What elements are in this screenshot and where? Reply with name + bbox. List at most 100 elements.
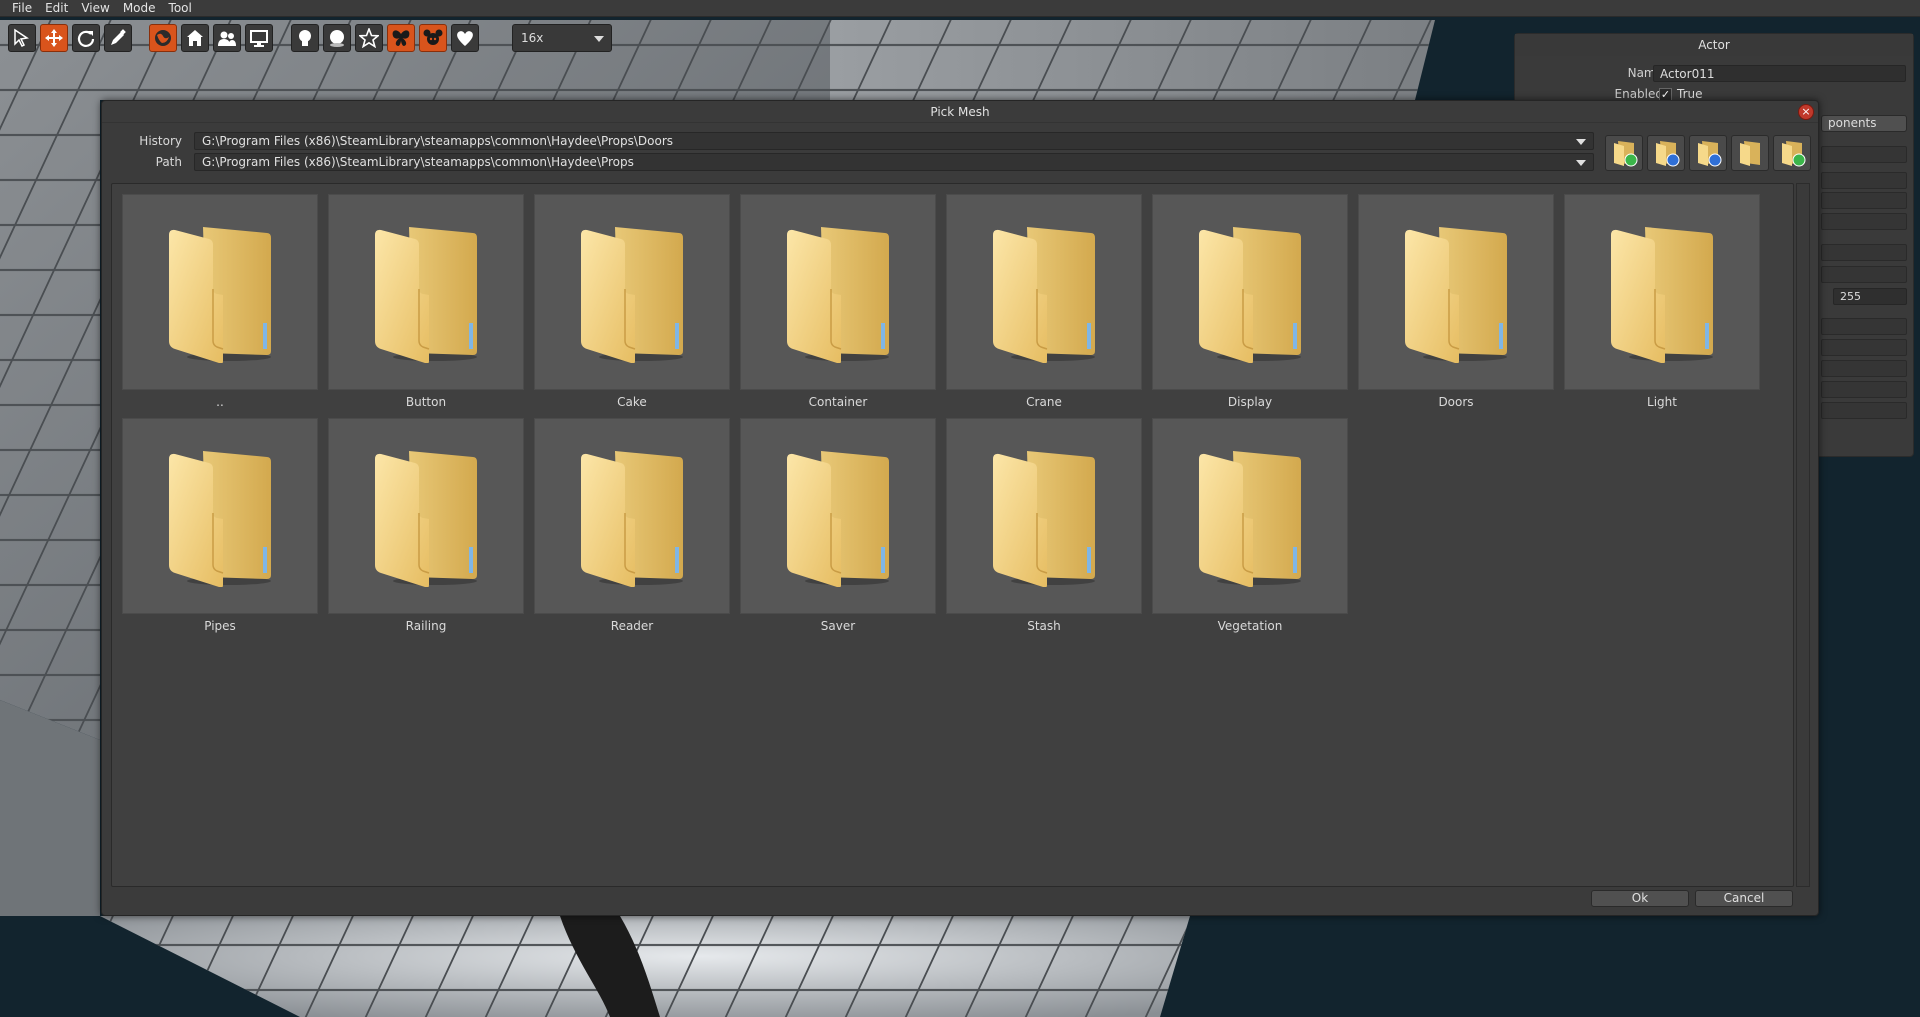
history-dropdown[interactable]: G:\Program Files (x86)\SteamLibrary\stea… [194, 132, 1594, 150]
value-field[interactable]: 255 [1833, 288, 1907, 305]
folder-thumbnail [946, 418, 1142, 614]
heart-icon [457, 31, 473, 46]
rotate-tool-button[interactable] [72, 24, 100, 52]
folder-label: .. [216, 395, 224, 409]
folder-item[interactable]: Reader [534, 418, 730, 638]
history-value: G:\Program Files (x86)\SteamLibrary\stea… [202, 134, 674, 148]
folder-thumbnail [740, 194, 936, 390]
folder-open-button[interactable] [1731, 135, 1769, 171]
folder-item[interactable]: Vegetation [1152, 418, 1348, 638]
path-label: Path [155, 155, 182, 169]
sphere-toggle-button[interactable] [323, 24, 351, 52]
property-row[interactable] [1821, 402, 1907, 419]
menu-mode[interactable]: Mode [117, 1, 163, 15]
folder-new-button[interactable] [1773, 135, 1811, 171]
folder-item[interactable]: Pipes [122, 418, 318, 638]
folder-item[interactable]: Doors [1358, 194, 1554, 414]
folder-thumbnail [328, 194, 524, 390]
world-mode-button[interactable] [149, 24, 177, 52]
chevron-down-icon [594, 36, 604, 42]
folder-item[interactable]: Crane [946, 194, 1142, 414]
lightbulb-icon [299, 30, 311, 46]
property-row[interactable] [1821, 339, 1907, 356]
zoom-value: 16x [521, 31, 544, 45]
butterfly-icon [392, 30, 410, 46]
menu-bar: File Edit View Mode Tool [0, 0, 1920, 17]
vertical-scrollbar[interactable] [1796, 183, 1810, 887]
character-toggle-button[interactable] [419, 24, 447, 52]
property-row[interactable] [1821, 192, 1907, 209]
folder-forward-button[interactable] [1689, 135, 1727, 171]
folder-item[interactable]: Button [328, 194, 524, 414]
edit-tool-icon [111, 29, 126, 45]
zoom-dropdown[interactable]: 16x [512, 24, 612, 52]
folder-item[interactable]: Display [1152, 194, 1348, 414]
enabled-value: True [1677, 87, 1703, 101]
people-mode-button[interactable] [213, 24, 241, 52]
folder-item[interactable]: Railing [328, 418, 524, 638]
history-row: History G:\Program Files (x86)\SteamLibr… [102, 132, 1602, 151]
property-row[interactable] [1821, 381, 1907, 398]
dialog-title: Pick Mesh [102, 101, 1818, 123]
folder-up-button[interactable] [1605, 135, 1643, 171]
folder-thumbnail [534, 194, 730, 390]
expand-row[interactable] [1821, 266, 1907, 283]
components-label: ponents [1828, 116, 1877, 130]
expand-row[interactable] [1821, 244, 1907, 261]
close-button[interactable]: × [1798, 104, 1814, 120]
folder-open-icon [1740, 141, 1760, 166]
folder-forward-icon [1698, 141, 1722, 167]
butterfly-toggle-button[interactable] [387, 24, 415, 52]
globe-icon [155, 30, 171, 46]
folder-label: Saver [820, 619, 856, 633]
name-field[interactable]: Actor011 [1653, 65, 1906, 82]
path-dropdown[interactable]: G:\Program Files (x86)\SteamLibrary\stea… [194, 153, 1594, 171]
folder-thumbnail [1152, 418, 1348, 614]
folder-label: Reader [610, 619, 654, 633]
character-head-icon [423, 29, 443, 45]
components-button[interactable]: ponents [1821, 115, 1907, 132]
property-row[interactable] [1821, 172, 1907, 189]
star-toggle-button[interactable] [355, 24, 383, 52]
folder-item[interactable]: Light [1564, 194, 1760, 414]
property-row[interactable] [1821, 318, 1907, 335]
select-tool-button[interactable] [8, 24, 36, 52]
folder-item[interactable]: Container [740, 194, 936, 414]
property-row[interactable] [1821, 213, 1907, 230]
component-row[interactable] [1821, 146, 1907, 163]
folder-item[interactable]: Saver [740, 418, 936, 638]
folder-item[interactable]: Cake [534, 194, 730, 414]
folder-back-icon [1656, 141, 1680, 167]
heart-toggle-button[interactable] [451, 24, 479, 52]
folder-thumbnail [946, 194, 1142, 390]
light-toggle-button[interactable] [291, 24, 319, 52]
cancel-button[interactable]: Cancel [1695, 890, 1793, 907]
ok-button[interactable]: Ok [1591, 890, 1689, 907]
main-toolbar: 16x [0, 17, 620, 57]
property-row[interactable] [1821, 360, 1907, 377]
folder-label: Vegetation [1217, 619, 1283, 633]
chevron-down-icon [1576, 160, 1586, 166]
move-tool-button[interactable] [40, 24, 68, 52]
menu-view[interactable]: View [75, 1, 116, 15]
rotate-icon [77, 30, 95, 47]
menu-file[interactable]: File [6, 1, 39, 15]
folder-thumbnail [740, 418, 936, 614]
folder-back-button[interactable] [1647, 135, 1685, 171]
path-row: Path G:\Program Files (x86)\SteamLibrary… [102, 153, 1602, 172]
folder-label: Pipes [204, 619, 236, 633]
folder-thumbnail [122, 418, 318, 614]
star-icon [359, 28, 379, 48]
folder-item[interactable]: Stash [946, 418, 1142, 638]
menu-tool[interactable]: Tool [163, 1, 199, 15]
menu-edit[interactable]: Edit [39, 1, 75, 15]
monitor-icon [250, 30, 268, 47]
edit-tool-button[interactable] [104, 24, 132, 52]
monitor-mode-button[interactable] [245, 24, 273, 52]
folder-label: Light [1647, 395, 1677, 409]
house-mode-button[interactable] [181, 24, 209, 52]
folder-item[interactable]: .. [122, 194, 318, 414]
move-icon [45, 29, 63, 47]
folder-label: Stash [1027, 619, 1061, 633]
folder-thumbnail [122, 194, 318, 390]
